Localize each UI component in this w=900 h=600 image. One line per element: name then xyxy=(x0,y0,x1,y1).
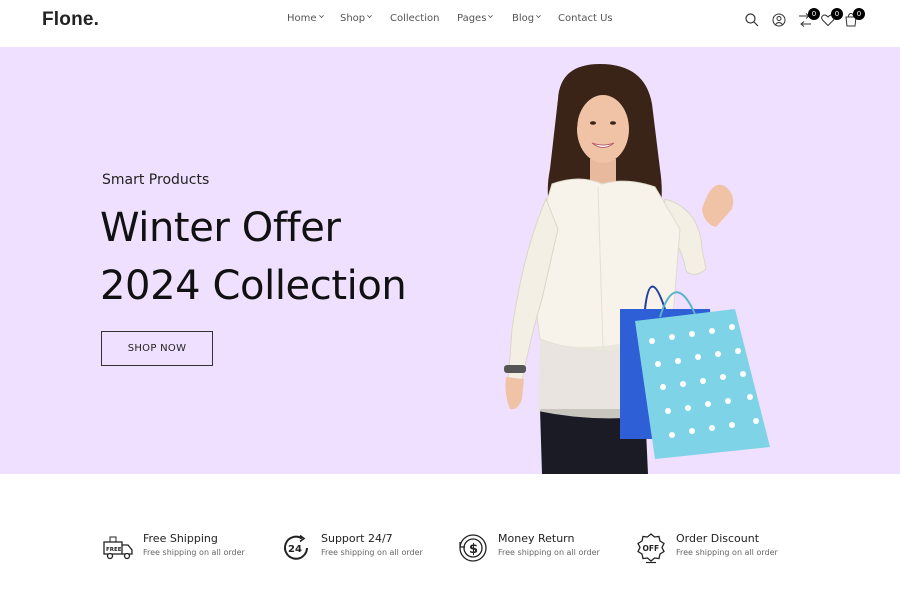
header-icons: 0 0 0 xyxy=(0,0,900,46)
hero-subtitle: Smart Products xyxy=(102,172,210,188)
hero-title-line-1: Winter Offer xyxy=(100,205,341,251)
svg-text:$: $ xyxy=(469,542,478,557)
feature-subtitle: Free shipping on all order xyxy=(143,548,245,557)
feature-title: Order Discount xyxy=(676,532,760,545)
feature-title: Money Return xyxy=(498,532,575,545)
discount-off-icon: OFF xyxy=(635,532,667,564)
feature-title: Free Shipping xyxy=(143,532,218,545)
feature-subtitle: Free shipping on all order xyxy=(321,548,423,557)
hero-title: Winter Offer 2024 Collection xyxy=(100,199,407,315)
features-bar: FREE Free Shipping Free shipping on all … xyxy=(0,474,900,600)
money-return-icon: $ xyxy=(457,532,489,564)
svg-text:24: 24 xyxy=(288,544,302,555)
feature-subtitle: Free shipping on all order xyxy=(676,548,778,557)
wishlist-count-badge: 0 xyxy=(831,8,843,20)
shop-now-button[interactable]: SHOP NOW xyxy=(101,331,213,366)
hero-slider: Smart Products Winter Offer 2024 Collect… xyxy=(0,47,900,474)
search-icon[interactable] xyxy=(744,12,760,28)
feature-title: Support 24/7 xyxy=(321,532,393,545)
feature-subtitle: Free shipping on all order xyxy=(498,548,600,557)
free-delivery-truck-icon: FREE xyxy=(102,532,134,564)
svg-text:OFF: OFF xyxy=(643,544,660,553)
site-header: Flone. Home Shop Collection Pages Blog C… xyxy=(0,0,900,46)
svg-text:FREE: FREE xyxy=(106,547,122,553)
cart-count-badge: 0 xyxy=(853,8,865,20)
compare-count-badge: 0 xyxy=(808,8,820,20)
user-icon[interactable] xyxy=(771,12,787,28)
hero-model-image xyxy=(504,64,770,474)
hero-title-line-2: 2024 Collection xyxy=(100,263,407,309)
support-24-icon: 24 xyxy=(280,532,312,564)
